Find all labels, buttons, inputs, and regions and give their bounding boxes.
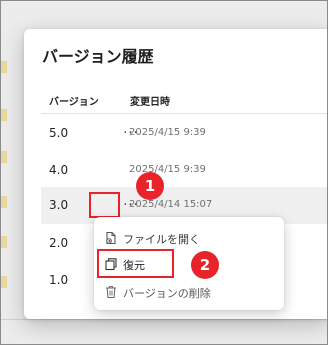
background-item	[1, 276, 7, 288]
modified-date: 2025/4/15 9:39	[129, 164, 206, 175]
step-callout-1: 1	[136, 172, 164, 200]
version-number: 1.0	[49, 273, 69, 287]
version-number: 5.0	[49, 126, 69, 140]
modified-date: 2025/4/15 9:39	[129, 127, 206, 138]
background-item	[1, 196, 7, 208]
menu-item-label: バージョンの削除	[123, 287, 211, 300]
background-item	[1, 151, 7, 163]
background-item	[1, 236, 7, 248]
menu-item-label: ファイルを開く	[123, 233, 200, 246]
trash-icon	[106, 286, 116, 298]
background-item	[1, 109, 7, 121]
column-header-date: 変更日時	[130, 97, 170, 108]
background-item	[1, 61, 7, 73]
screenshot-frame: バージョン履歴 バージョン 変更日時 5.0 ... 2025/4/15 9:3…	[0, 0, 328, 345]
more-button-highlight	[89, 192, 120, 218]
menu-item-delete-version[interactable]: バージョンの削除	[94, 280, 284, 306]
modified-date: 2025/4/14 15:07	[129, 199, 213, 210]
divider	[1, 319, 327, 320]
dialog-title: バージョン履歴	[42, 47, 154, 66]
version-number: 3.0	[49, 198, 69, 212]
version-row[interactable]: 4.0 2025/4/15 9:39	[41, 152, 327, 189]
header-divider	[41, 113, 327, 114]
version-number: 4.0	[49, 163, 69, 177]
open-file-icon	[106, 231, 116, 245]
step-callout-2: 2	[191, 251, 219, 279]
version-row[interactable]: 5.0 ... 2025/4/15 9:39	[41, 115, 327, 152]
restore-highlight	[97, 249, 174, 278]
column-header-version: バージョン	[49, 97, 99, 108]
version-number: 2.0	[49, 236, 69, 250]
